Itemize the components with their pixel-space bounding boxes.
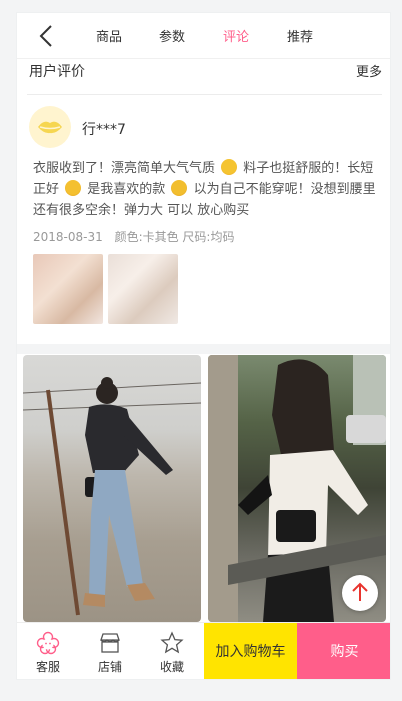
favorite-button[interactable]: 收藏 <box>141 623 203 679</box>
scroll-to-top-button[interactable] <box>342 575 378 611</box>
review-more-link[interactable]: 更多 <box>356 61 382 80</box>
favorite-label: 收藏 <box>159 660 184 674</box>
review-section-title: 用户评价 <box>29 64 85 80</box>
arrow-up-icon <box>352 582 368 601</box>
service-button[interactable]: 客服 <box>17 623 79 679</box>
laugh-emoji-icon <box>171 180 188 196</box>
product-photo[interactable] <box>23 355 201 622</box>
top-nav: 商品 参数 评论 推荐 <box>17 13 390 59</box>
service-label: 客服 <box>35 660 60 674</box>
review-header: 用户评价 更多 <box>27 59 382 95</box>
back-icon[interactable] <box>35 23 59 49</box>
section-divider <box>17 344 390 354</box>
tab-goods[interactable]: 商品 <box>96 26 122 45</box>
review-content: 衣服收到了！漂亮简单大气气质 料子也挺舒服的！长短正好 是我喜欢的款 以为自己不… <box>33 158 378 221</box>
model-photo-illustration <box>23 377 201 616</box>
review-text-4: 以为自己不能穿呢！没想到腰里还有很多空余！弹力大 可以 放心购买 <box>33 182 376 218</box>
review-spec: 颜色:卡其色 尺码:均码 <box>114 230 235 244</box>
grin-emoji-icon <box>65 180 82 196</box>
star-eyes-emoji-icon <box>221 159 238 175</box>
review-username: 行***7 <box>82 122 126 138</box>
shop-label: 店铺 <box>97 660 122 674</box>
tab-recommend[interactable]: 推荐 <box>287 26 313 45</box>
bottom-action-bar: 客服 店铺 收藏 加入购物车 购买 <box>17 622 390 679</box>
review-photo-thumb[interactable] <box>108 254 178 324</box>
tab-reviews[interactable]: 评论 <box>223 26 249 45</box>
review-meta: 2018-08-31 颜色:卡其色 尺码:均码 <box>33 228 242 245</box>
review-photo-thumb[interactable] <box>33 254 103 324</box>
flower-service-icon <box>36 631 60 655</box>
review-text-1: 衣服收到了！漂亮简单大气气质 <box>33 161 216 176</box>
shop-button[interactable]: 店铺 <box>79 623 141 679</box>
buy-button[interactable]: 购买 <box>297 623 390 679</box>
avatar <box>29 106 71 148</box>
star-icon <box>160 631 184 654</box>
add-to-cart-button[interactable]: 加入购物车 <box>204 623 297 679</box>
avatar-lips-icon <box>38 121 62 134</box>
review-text-3: 是我喜欢的款 <box>87 182 166 197</box>
review-date: 2018-08-31 <box>33 230 103 244</box>
shop-icon <box>100 633 120 653</box>
app-frame: 商品 参数 评论 推荐 用户评价 更多 行***7 衣服收到了！漂亮简单大气气质… <box>16 12 391 680</box>
tab-params[interactable]: 参数 <box>159 26 185 45</box>
